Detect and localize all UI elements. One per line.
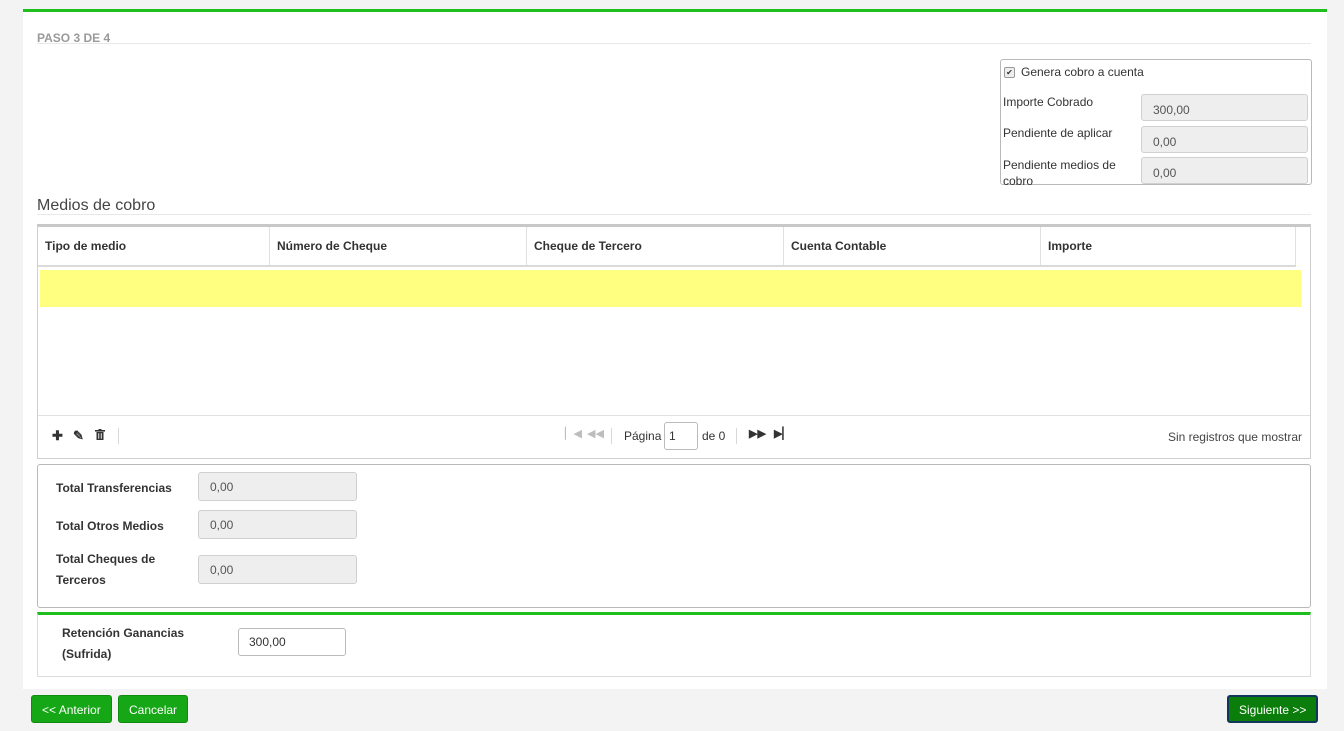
retencion-label: Retención Ganancias (Sufrida)	[62, 626, 185, 661]
table-row[interactable]	[40, 270, 1301, 307]
no-records-label: Sin registros que mostrar	[1167, 430, 1302, 444]
pendiente-medios-label: Pendiente medios de cobro	[1003, 158, 1116, 188]
cancelar-button[interactable]: Cancelar	[118, 695, 189, 723]
separator	[118, 428, 119, 444]
total-transferencias-label: Total Transferencias	[56, 481, 172, 495]
next-page-icon[interactable]: ▶▶	[749, 427, 766, 440]
page-number-input[interactable]	[664, 422, 698, 450]
medios-grid: Tipo de medio Número de Cheque Cheque de…	[37, 224, 1311, 459]
pendiente-aplicar-field: 0,00	[1141, 126, 1308, 153]
plus-icon[interactable]: ✚	[52, 428, 63, 444]
column-header-cheque-tercero[interactable]: Cheque de Tercero	[527, 227, 784, 265]
generates-checkbox-row[interactable]: ✔ Genera cobro a cuenta	[1004, 65, 1144, 79]
total-otros-field: 0,00	[198, 510, 357, 539]
grid-header: Tipo de medio Número de Cheque Cheque de…	[38, 227, 1296, 267]
generates-checkbox[interactable]: ✔	[1004, 66, 1015, 78]
importe-cobrado-field: 300,00	[1141, 94, 1308, 121]
summary-box: ✔ Genera cobro a cuenta Importe Cobrado …	[1000, 59, 1312, 188]
anterior-button[interactable]: << Anterior	[31, 695, 112, 723]
last-page-icon[interactable]: ▶▏	[774, 427, 791, 440]
column-header-importe[interactable]: Importe	[1041, 227, 1296, 265]
page-count-label: de 0	[702, 429, 726, 443]
divider	[37, 214, 1311, 215]
generates-label: Genera cobro a cuenta	[1021, 65, 1144, 79]
column-header-cuenta-contable[interactable]: Cuenta Contable	[784, 227, 1041, 265]
total-transferencias-field: 0,00	[198, 472, 357, 501]
separator	[611, 428, 612, 444]
column-header-tipo[interactable]: Tipo de medio	[38, 227, 270, 265]
section-title: Medios de cobro	[37, 197, 156, 214]
prev-page-icon[interactable]: ◀◀	[587, 427, 604, 440]
trash-icon[interactable]	[95, 428, 105, 443]
pendiente-aplicar-label: Pendiente de aplicar	[1003, 126, 1113, 140]
total-cheques-field: 0,00	[198, 555, 357, 584]
totals-box: Total Transferencias 0,00 Total Otros Me…	[37, 464, 1311, 608]
retencion-input[interactable]	[238, 628, 346, 656]
grid-footer: ✚ ✎ ▏◀ ◀◀ Página de 0 ▶▶ ▶▏ Sin registro…	[38, 415, 1310, 458]
siguiente-button[interactable]: Siguiente >>	[1227, 695, 1319, 723]
divider	[37, 43, 1311, 44]
first-page-icon[interactable]: ▏◀	[565, 427, 582, 440]
retencion-box: Retención Ganancias (Sufrida)	[37, 612, 1311, 677]
total-cheques-label: Total Cheques de Terceros	[56, 552, 156, 587]
separator	[736, 428, 737, 444]
pencil-icon[interactable]: ✎	[73, 428, 84, 444]
page-label: Página	[624, 429, 662, 443]
pendiente-medios-field: 0,00	[1141, 157, 1308, 184]
importe-cobrado-label: Importe Cobrado	[1003, 95, 1094, 109]
column-header-numero-cheque[interactable]: Número de Cheque	[270, 227, 527, 265]
wizard-panel: PASO 3 DE 4 ✔ Genera cobro a cuenta Impo…	[23, 9, 1327, 689]
total-otros-label: Total Otros Medios	[56, 519, 164, 533]
